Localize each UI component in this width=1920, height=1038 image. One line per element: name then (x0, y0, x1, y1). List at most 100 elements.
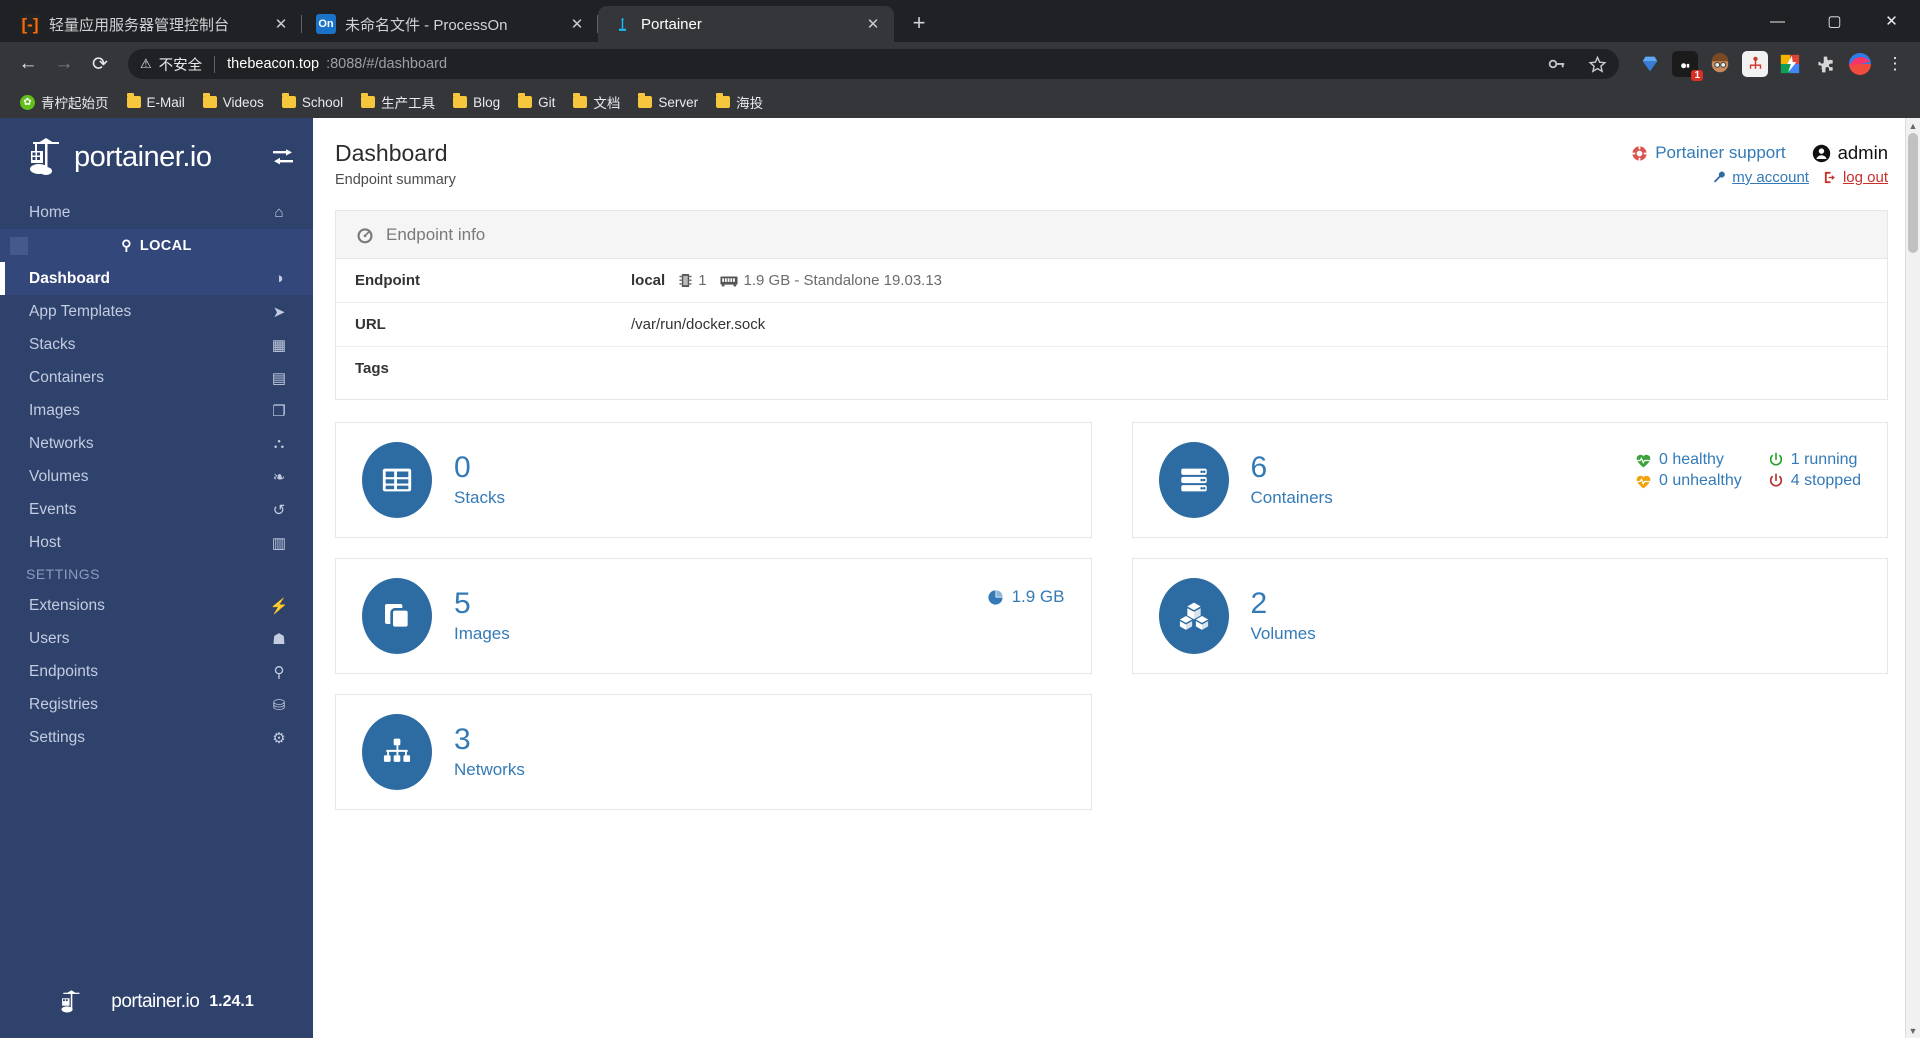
sidebar-item-containers[interactable]: Containers ▤ (0, 361, 313, 394)
heartbeat-icon (1635, 474, 1652, 489)
address-bar[interactable]: ⚠ 不安全 thebeacon.top:8088/#/dashboard (128, 49, 1619, 79)
minimize-button[interactable]: — (1749, 0, 1806, 42)
bookmark-item[interactable]: 海投 (708, 89, 771, 115)
sidebar-item-label: Volumes (29, 467, 89, 485)
sidebar-item-users[interactable]: Users ☗ (0, 622, 313, 655)
notes-extension-icon[interactable]: 1 (1672, 51, 1703, 81)
page-title: Dashboard (335, 140, 448, 166)
bookmark-item[interactable]: E-Mail (119, 92, 193, 113)
endpoint-row: Endpoint local 1 1.9 GB - Standalone 19.… (336, 259, 1887, 303)
new-tab-button[interactable]: + (902, 6, 936, 40)
chrome-menu-icon[interactable]: ⋮ (1882, 51, 1908, 77)
tab-close-icon[interactable]: ✕ (270, 13, 292, 35)
bookmark-item[interactable]: 生产工具 (353, 89, 443, 115)
back-button[interactable]: ← (12, 48, 44, 80)
bookmark-item[interactable]: 文档 (565, 89, 628, 115)
diamond-extension-icon[interactable] (1637, 51, 1663, 77)
portainer-support-link[interactable]: Portainer support (1631, 143, 1786, 163)
portainer-logo-small-icon (59, 988, 101, 1016)
avatar-extension-icon[interactable] (1707, 51, 1733, 77)
extension-badge-count: 1 (1691, 70, 1703, 81)
sidebar-item-stacks[interactable]: Stacks ▦ (0, 328, 313, 361)
sidebar-item-events[interactable]: Events ↺ (0, 493, 313, 526)
endpoint-info-title: Endpoint info (386, 224, 486, 244)
bookmark-label: 生产工具 (381, 96, 436, 111)
forward-button[interactable]: → (48, 48, 80, 80)
sidebar-item-extensions[interactable]: Extensions ⚡ (0, 589, 313, 622)
folder-icon (716, 93, 731, 108)
containers-card[interactable]: 6 Containers 0 healthy 1 running 0 unhea… (1131, 422, 1888, 538)
folder-icon (518, 93, 533, 108)
star-icon[interactable] (1583, 50, 1611, 78)
dashboard-cards: 0 Stacks 5 Images 1.9 GB 3 Networks 6 Co… (335, 422, 1888, 830)
sidebar-endpoint-label: LOCAL (139, 237, 192, 254)
bookmark-item[interactable]: ✿ 青柠起始页 (12, 89, 117, 115)
sidebar-brand[interactable]: portainer.io (0, 118, 313, 196)
reload-button[interactable]: ⟳ (84, 48, 116, 80)
profile-avatar-icon[interactable] (1847, 51, 1873, 77)
bookmark-label: 文档 (593, 96, 621, 111)
my-account-link[interactable]: my account (1712, 169, 1809, 186)
sidebar-item-app-templates[interactable]: App Templates ➤ (0, 295, 313, 328)
colorful-extension-icon[interactable] (1777, 51, 1803, 77)
containers-stopped: 4 stopped (1768, 472, 1861, 490)
sidebar-item-volumes[interactable]: Volumes ❧ (0, 460, 313, 493)
content-scrollbar[interactable]: ▲ ▼ (1905, 118, 1920, 1038)
user-label: admin (1837, 142, 1888, 163)
user-menu[interactable]: admin (1812, 142, 1888, 164)
sidebar-item-label: Settings (29, 728, 86, 746)
bookmark-label: Videos (222, 94, 264, 110)
volumes-card[interactable]: 2 Volumes (1131, 558, 1888, 674)
collapse-icon[interactable] (271, 148, 295, 166)
sidebar-item-home[interactable]: Home ⌂ (0, 196, 313, 229)
bookmark-item[interactable]: Git (510, 92, 563, 113)
sidebar-item-label: Users (29, 629, 70, 647)
endpoint-row: URL /var/run/docker.sock (336, 303, 1887, 347)
security-label: 不安全 (158, 57, 203, 74)
close-window-button[interactable]: ✕ (1863, 0, 1920, 42)
browser-tab-2[interactable]: Portainer ✕ (598, 6, 894, 42)
images-card[interactable]: 5 Images 1.9 GB (335, 558, 1092, 674)
sidebar-item-settings[interactable]: Settings ⚙ (0, 721, 313, 754)
portainer-favicon-icon (612, 14, 632, 34)
networks-card[interactable]: 3 Networks (335, 694, 1092, 810)
sidebar-item-host[interactable]: Host ▥ (0, 526, 313, 559)
folder-icon (126, 93, 141, 108)
pie-chart-icon (987, 589, 1004, 606)
stat-label: 4 stopped (1790, 472, 1861, 489)
stat-label: 1 running (1790, 451, 1858, 468)
containers-unhealthy: 0 unhealthy (1635, 472, 1742, 490)
sign-out-icon (1823, 170, 1838, 185)
bookmark-item[interactable]: Blog (445, 92, 508, 113)
maximize-button[interactable]: ▢ (1806, 0, 1863, 42)
sidebar-item-endpoints[interactable]: Endpoints ⚲ (0, 655, 313, 688)
key-icon[interactable] (1543, 50, 1571, 78)
scroll-down-arrow-icon[interactable]: ▼ (1906, 1023, 1920, 1038)
bookmark-item[interactable]: School (274, 92, 351, 113)
sidebar-footer-brand: portainer.io (111, 991, 200, 1012)
tab-close-icon[interactable]: ✕ (566, 13, 588, 35)
console-favicon-icon: [-] (20, 14, 40, 34)
sidebar-item-registries[interactable]: Registries ⛁ (0, 688, 313, 721)
sidebar-item-images[interactable]: Images ❐ (0, 394, 313, 427)
stacks-card[interactable]: 0 Stacks (335, 422, 1092, 538)
logout-link[interactable]: log out (1823, 169, 1888, 186)
sidebar-item-dashboard[interactable]: Dashboard ◑ (0, 262, 313, 295)
sidebar-item-networks[interactable]: Networks ⛬ (0, 427, 313, 460)
folder-icon (281, 93, 296, 108)
sitemap-extension-icon[interactable] (1742, 51, 1768, 77)
browser-tab-0[interactable]: [-] 轻量应用服务器管理控制台 ✕ (6, 6, 302, 42)
containers-running: 1 running (1768, 451, 1861, 469)
tab-title: 轻量应用服务器管理控制台 (49, 16, 230, 34)
tachometer-icon (355, 225, 375, 245)
scroll-up-arrow-icon[interactable]: ▲ (1906, 118, 1920, 133)
endpoint-info-header: Endpoint info (336, 211, 1887, 259)
browser-tab-1[interactable]: On 未命名文件 - ProcessOn ✕ (302, 6, 598, 42)
tab-close-icon[interactable]: ✕ (862, 13, 884, 35)
puzzle-extension-icon[interactable] (1812, 51, 1838, 77)
scrollbar-thumb[interactable] (1908, 133, 1918, 253)
bookmark-item[interactable]: Server (630, 92, 706, 113)
bookmark-item[interactable]: Videos (195, 92, 272, 113)
cpu-count: 1 (698, 272, 707, 289)
browser-window: [-] 轻量应用服务器管理控制台 ✕ On 未命名文件 - ProcessOn … (0, 0, 1920, 1038)
